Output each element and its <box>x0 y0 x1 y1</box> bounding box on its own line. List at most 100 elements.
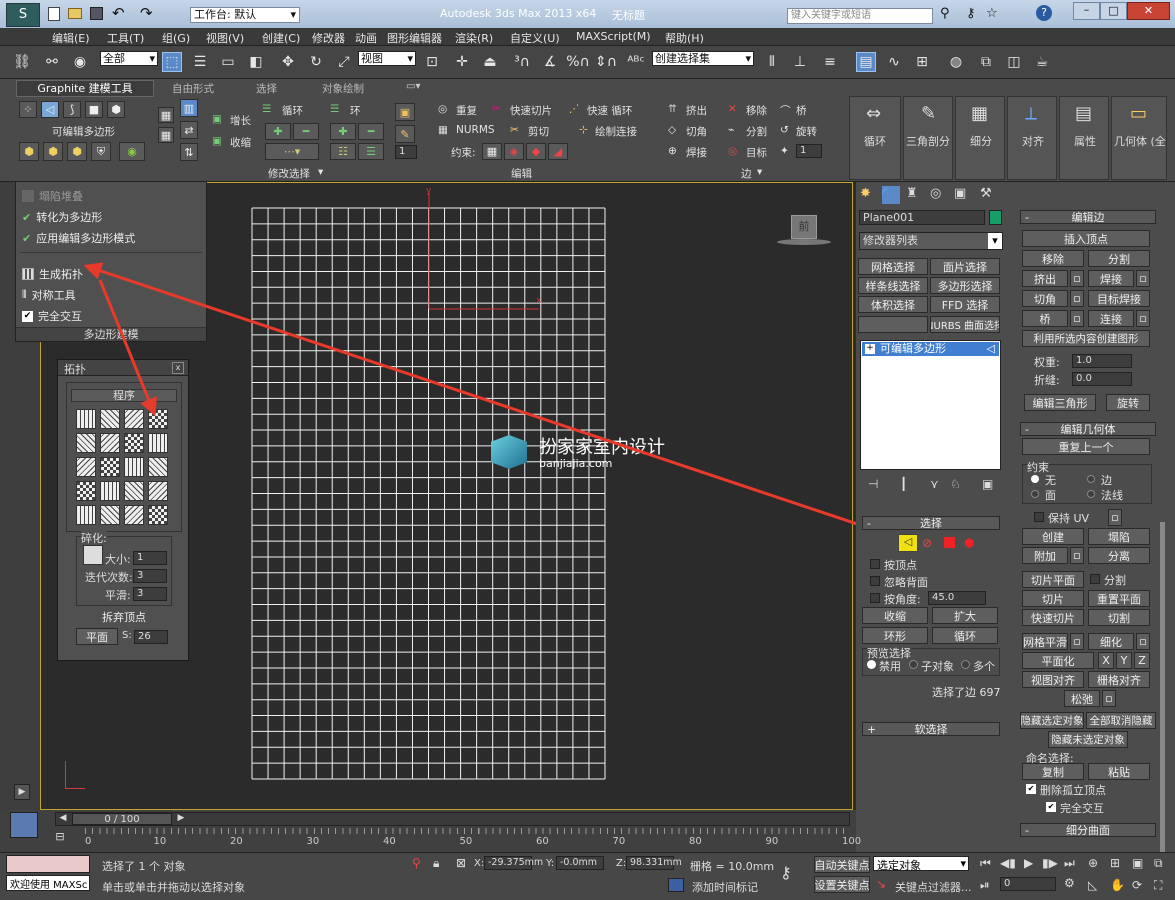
ring-mode-button[interactable]: ☷ <box>330 143 356 160</box>
turn-button[interactable]: 旋转 <box>1106 394 1150 411</box>
constraint-none-icon[interactable]: ▦ <box>482 143 502 160</box>
loop-shrink-button[interactable]: ━ <box>293 123 319 140</box>
goto-end-icon[interactable]: ⏭ <box>1064 856 1075 871</box>
loop-label[interactable]: 循环 <box>282 103 303 118</box>
unlink-icon[interactable]: ⚯ <box>42 52 62 72</box>
maxscript-listener[interactable] <box>6 855 90 873</box>
modify-tab-icon[interactable]: ◜ <box>882 186 900 204</box>
modifier-list-dropdown[interactable]: 修改器列表 ▾ <box>859 232 1003 250</box>
select-by-name-icon[interactable]: ☰ <box>190 52 210 72</box>
show-end-result-icon[interactable]: ┃ <box>900 477 907 491</box>
soft-selection-header[interactable]: + 软选择 <box>862 722 1000 736</box>
tessellate-settings-button[interactable]: ▫ <box>1136 633 1150 650</box>
topology-titlebar[interactable]: 拓扑 x <box>58 360 188 376</box>
quickslice-label[interactable]: 快速切片 <box>510 103 552 118</box>
next-frame-button[interactable]: ▶ <box>174 813 188 825</box>
grow-button[interactable]: 扩大 <box>932 607 998 624</box>
split-checkbox[interactable] <box>1090 574 1100 584</box>
scale-icon[interactable]: ⤢ <box>334 52 354 72</box>
key-mode-toggle-icon[interactable]: ⏯ <box>980 878 990 893</box>
bind-spacewarp-icon[interactable]: ◉ <box>70 52 90 72</box>
extrude-settings-button[interactable]: ▫ <box>1070 270 1084 287</box>
play-icon[interactable]: ▶ <box>1024 856 1033 870</box>
create-tab-icon[interactable]: ✸ <box>860 186 878 204</box>
fov-icon[interactable]: ◺ <box>1088 878 1097 892</box>
object-name-field[interactable]: Plane001 <box>859 210 985 225</box>
expand-arrow-icon[interactable]: ▶ <box>14 784 30 800</box>
border-mode-icon[interactable]: ⟆ <box>63 101 81 118</box>
ring-shrink-button[interactable]: ━ <box>358 123 384 140</box>
object-color-swatch[interactable] <box>989 210 1002 225</box>
topology-pattern-10[interactable] <box>100 457 120 477</box>
binoculars-icon[interactable]: ⚲ <box>940 6 950 21</box>
topology-pattern-11[interactable] <box>124 457 144 477</box>
nurbs-select-button[interactable]: NURBS 曲面选择 <box>930 316 1000 333</box>
stitch2-icon[interactable]: ⇄ <box>180 121 198 139</box>
edit-paint-icon[interactable]: ✎ <box>395 125 415 143</box>
spline-select-button[interactable]: 样条线选择 <box>858 277 928 294</box>
weld-button[interactable]: 焊接 <box>1088 270 1134 287</box>
stack-expand-icon[interactable]: + <box>865 344 875 354</box>
create-shape-button[interactable]: 利用所选内容创建图形 <box>1022 330 1150 347</box>
ignore-back-checkbox[interactable] <box>870 576 880 586</box>
motion-tab-icon[interactable]: ◎ <box>930 186 941 201</box>
paste-button[interactable]: 粘贴 <box>1088 763 1150 780</box>
topology-close-button[interactable]: x <box>172 362 184 374</box>
search-input[interactable]: 键入关键字或短语 <box>787 8 933 24</box>
rotate-icon[interactable]: ↻ <box>306 52 326 72</box>
full-interact-item[interactable]: ✔ 完全交互 <box>22 308 82 324</box>
ref-coord-dropdown[interactable]: 视图 ▾ <box>358 51 416 66</box>
ring-button[interactable]: 环形 <box>862 627 928 644</box>
prev-key-icon[interactable]: ◀▮ <box>1000 856 1016 870</box>
move-icon[interactable]: ✥ <box>278 52 298 72</box>
split-label[interactable]: 分割 <box>746 124 767 139</box>
graphite-toggle-icon[interactable]: ▤ <box>856 52 876 72</box>
cut-button[interactable]: 切割 <box>1088 609 1150 626</box>
pin-stack-icon[interactable]: ⊣ <box>868 477 878 491</box>
symmetry-tools-item[interactable]: ⫴ 对称工具 <box>22 287 76 303</box>
ring-mode2-button[interactable]: ☰ <box>358 143 384 160</box>
normal-radio[interactable] <box>1087 490 1095 498</box>
relax-settings-button[interactable]: ▫ <box>1102 690 1116 707</box>
rect-selection-icon[interactable]: ▭ <box>218 52 238 72</box>
select-manipulate-icon[interactable]: ✛ <box>452 52 472 72</box>
full-interact-checkbox[interactable]: ✔ <box>1046 802 1056 812</box>
slice-button[interactable]: 切片 <box>1022 590 1084 607</box>
layer-manager-icon[interactable]: ≡ <box>820 52 840 72</box>
render-frame-icon[interactable]: ◫ <box>1004 52 1024 72</box>
drawconn-label[interactable]: 绘制连接 <box>595 124 637 139</box>
utilities-tab-icon[interactable]: ⚒ <box>980 186 992 201</box>
fragment-icon[interactable] <box>83 545 103 565</box>
stack-cube-icon[interactable]: ⬢ <box>67 142 87 161</box>
discard-vertices-button[interactable]: 拆弃顶点 <box>78 608 170 625</box>
weld-label[interactable]: 焊接 <box>686 145 707 160</box>
spinner-snap-icon[interactable]: ⇕∩ <box>595 52 617 72</box>
topology-pattern-8[interactable] <box>148 433 168 453</box>
align-big-button[interactable]: ⟂ 对齐 <box>1007 96 1057 180</box>
schematic-view-icon[interactable]: ⊞ <box>912 52 932 72</box>
angle-spinner[interactable]: 45.0 <box>928 591 986 605</box>
minimize-button[interactable]: – <box>1073 2 1100 20</box>
show-end-icon[interactable]: ⬢ <box>43 142 63 161</box>
repeat-last-button[interactable]: 重复上一个 <box>1022 438 1150 455</box>
loop-big-button[interactable]: ⇔ 循环 <box>849 96 901 180</box>
edit-geometry-header[interactable]: - 编辑几何体 <box>1020 422 1156 436</box>
weld-settings-button[interactable]: ▫ <box>1136 270 1150 287</box>
apply-editpoly-item[interactable]: ✔ 应用编辑多边形模式 <box>22 230 135 246</box>
ribbon-tab-objectpaint[interactable]: 对象绘制 <box>322 81 364 96</box>
layer-explorer-icon[interactable] <box>10 812 38 838</box>
attach-button[interactable]: 附加 <box>1022 547 1068 564</box>
undo-icon[interactable]: ↶ <box>112 4 125 22</box>
program-header[interactable]: 程序 <box>71 389 177 402</box>
maximize-viewport-icon[interactable]: ⛶ <box>1154 878 1162 893</box>
size-spinner[interactable]: 1 <box>133 551 167 565</box>
next-key-icon[interactable]: ▮▶ <box>1042 856 1058 870</box>
ribbon-tab-selection[interactable]: 选择 <box>256 81 277 96</box>
selection-rollout-header[interactable]: - 选择 <box>862 516 1000 530</box>
menu-rendering[interactable]: 渲染(R) <box>455 30 493 46</box>
disable-radio[interactable] <box>867 660 876 669</box>
ffd-select-button[interactable]: FFD 选择 <box>930 296 1000 313</box>
add-time-tag-icon[interactable] <box>668 878 684 892</box>
edit-tool-icon[interactable]: ▣ <box>395 103 415 121</box>
time-slider[interactable]: ◀ 0 / 100 ▶ <box>55 812 850 826</box>
